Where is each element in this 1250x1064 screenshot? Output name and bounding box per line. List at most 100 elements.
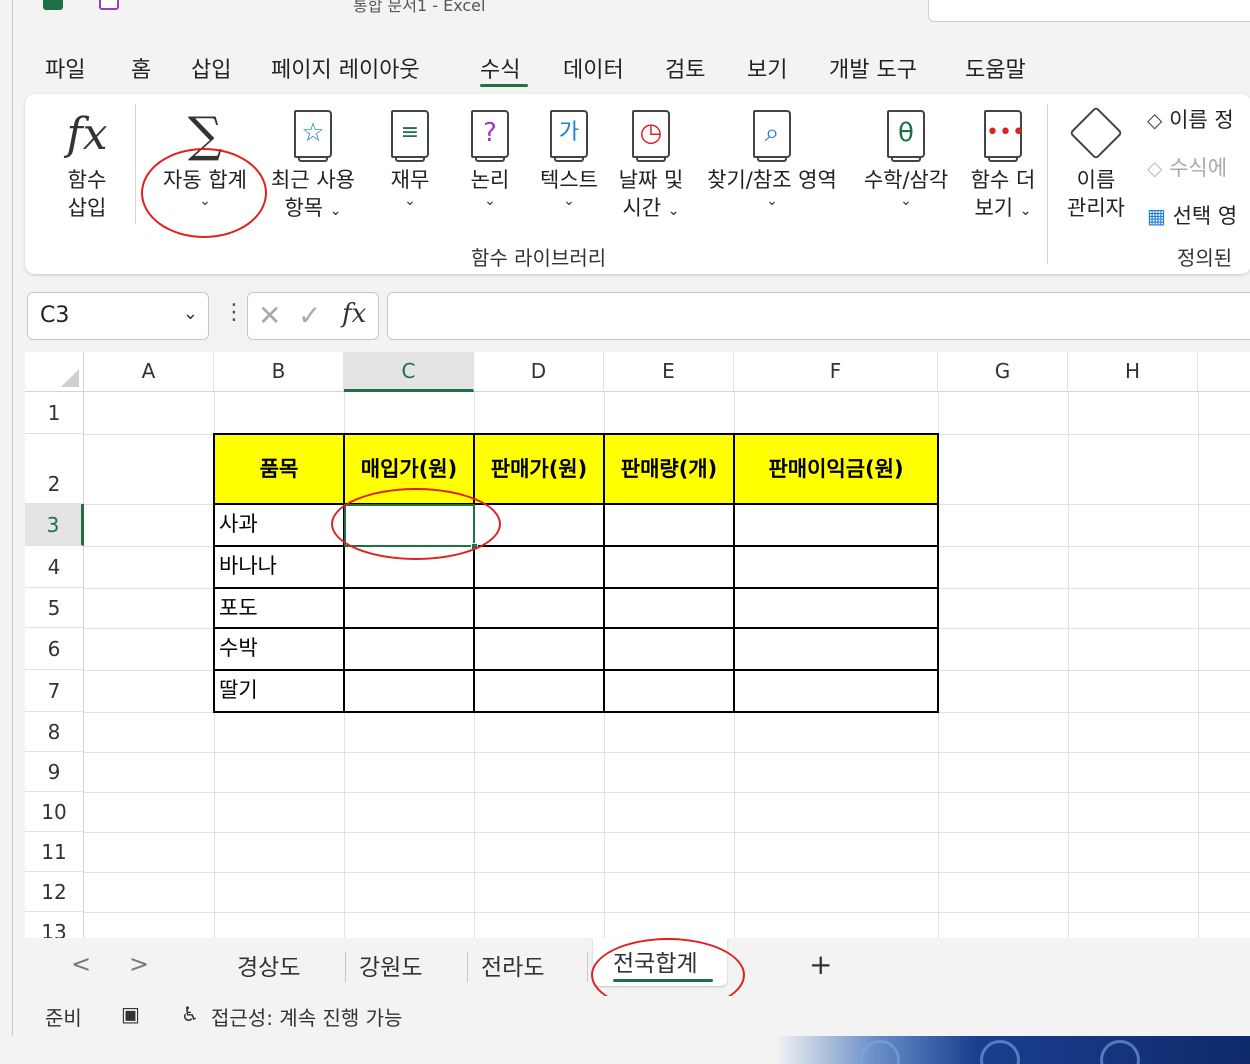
header-cell-purchase-price[interactable]: 매입가(원) <box>343 433 475 505</box>
more-functions-button[interactable]: ••• 함수 더 보기 ⌄ <box>961 104 1045 225</box>
worksheet-grid[interactable]: A B C D E F G H 1 2 3 4 5 6 7 8 9 10 11 … <box>25 352 1250 938</box>
column-header-g[interactable]: G <box>938 352 1068 392</box>
text-button[interactable]: 가 텍스트 ⌄ <box>527 104 611 208</box>
cancel-icon[interactable]: ✕ <box>258 299 281 332</box>
data-cell[interactable] <box>733 587 939 629</box>
data-cell[interactable] <box>603 627 735 671</box>
define-name-button[interactable]: ◇ 이름 정 <box>1147 106 1234 134</box>
prev-sheet-icon[interactable]: < <box>71 950 91 978</box>
item-cell[interactable]: 바나나 <box>213 545 345 589</box>
row-header-8[interactable]: 8 <box>25 712 84 752</box>
data-cell[interactable] <box>473 545 605 589</box>
row-header-10[interactable]: 10 <box>25 792 84 832</box>
next-sheet-icon[interactable]: > <box>129 950 149 978</box>
tab-developer[interactable]: 개발 도구 <box>829 52 917 84</box>
data-cell[interactable] <box>343 545 475 589</box>
recently-used-button[interactable]: ☆ 최근 사용 항목 ⌄ <box>261 104 365 225</box>
column-header-f[interactable]: F <box>734 352 938 392</box>
data-cell[interactable] <box>603 503 735 547</box>
formula-input[interactable] <box>387 292 1250 340</box>
data-cell[interactable] <box>603 587 735 629</box>
column-header-c[interactable]: C <box>344 352 474 392</box>
data-cell[interactable] <box>603 669 735 713</box>
save-icon[interactable] <box>99 0 119 10</box>
chevron-down-icon: ⌄ <box>484 193 496 209</box>
row-header-11[interactable]: 11 <box>25 832 84 872</box>
sheet-tab-gangwon[interactable]: 강원도 <box>359 948 422 982</box>
data-cell[interactable] <box>733 503 939 547</box>
data-cell[interactable] <box>473 669 605 713</box>
row-header-3[interactable]: 3 <box>25 504 84 546</box>
header-cell-profit[interactable]: 판매이익금(원) <box>733 433 939 505</box>
data-cell[interactable] <box>733 545 939 589</box>
search-box[interactable] <box>928 0 1250 22</box>
header-cell-sale-price[interactable]: 판매가(원) <box>473 433 605 505</box>
column-header-d[interactable]: D <box>474 352 604 392</box>
name-box[interactable]: C3 ⌄ <box>27 292 209 340</box>
enter-icon[interactable]: ✓ <box>298 299 321 332</box>
insert-function-icon[interactable]: fx <box>342 299 366 329</box>
row-header-5[interactable]: 5 <box>25 588 84 628</box>
macro-record-icon[interactable]: ▣ <box>121 1002 140 1026</box>
data-cell[interactable] <box>343 503 475 547</box>
tab-data[interactable]: 데이터 <box>563 52 624 84</box>
tab-review[interactable]: 검토 <box>665 52 705 84</box>
column-header-e[interactable]: E <box>604 352 734 392</box>
data-cell[interactable] <box>733 669 939 713</box>
fill-handle[interactable] <box>471 543 478 550</box>
tab-help[interactable]: 도움말 <box>965 52 1026 84</box>
tab-page-layout[interactable]: 페이지 레이아웃 <box>271 52 420 84</box>
lookup-reference-button[interactable]: ⌕ 찾기/참조 영역 ⌄ <box>697 104 847 208</box>
active-sheet-underline <box>613 979 713 982</box>
logical-button[interactable]: ? 논리 ⌄ <box>455 104 525 208</box>
column-header-a[interactable]: A <box>84 352 214 392</box>
chevron-down-icon[interactable]: ⌄ <box>183 303 198 324</box>
math-trig-button[interactable]: θ 수학/삼각 ⌄ <box>853 104 959 208</box>
row-header-2[interactable]: 2 <box>25 434 84 504</box>
row-header-13[interactable]: 13 <box>25 912 84 938</box>
tab-file[interactable]: 파일 <box>45 52 85 84</box>
row-header-1[interactable]: 1 <box>25 392 84 434</box>
data-cell[interactable] <box>473 627 605 671</box>
select-all-corner[interactable] <box>25 352 84 392</box>
accessibility-status[interactable]: 접근성: 계속 진행 가능 <box>211 1002 402 1031</box>
row-header-7[interactable]: 7 <box>25 670 84 712</box>
tab-separator <box>467 952 468 982</box>
sheet-tab-gyeongsang[interactable]: 경상도 <box>237 948 300 982</box>
tab-view[interactable]: 보기 <box>747 52 787 84</box>
tab-insert[interactable]: 삽입 <box>191 52 231 84</box>
item-cell[interactable]: 포도 <box>213 587 345 629</box>
column-header-b[interactable]: B <box>214 352 344 392</box>
tab-home[interactable]: 홈 <box>131 52 151 84</box>
column-header-h[interactable]: H <box>1068 352 1198 392</box>
item-cell[interactable]: 수박 <box>213 627 345 671</box>
data-cell[interactable] <box>343 669 475 713</box>
row-header-4[interactable]: 4 <box>25 546 84 588</box>
header-cell-item[interactable]: 품목 <box>213 433 345 505</box>
data-cell[interactable] <box>343 587 475 629</box>
row-header-12[interactable]: 12 <box>25 872 84 912</box>
magnifier-book-icon: ⌕ <box>753 110 791 162</box>
header-cell-quantity[interactable]: 판매량(개) <box>603 433 735 505</box>
sheet-tab-jeolla[interactable]: 전라도 <box>481 948 544 982</box>
data-cell[interactable] <box>343 627 475 671</box>
item-cell[interactable]: 사과 <box>213 503 345 547</box>
data-cell[interactable] <box>603 545 735 589</box>
tab-formulas[interactable]: 수식 <box>480 52 520 84</box>
name-manager-button[interactable]: 이름 관리자 <box>1055 104 1137 222</box>
column-header-i[interactable] <box>1198 352 1250 392</box>
row-header-9[interactable]: 9 <box>25 752 84 792</box>
item-cell[interactable]: 딸기 <box>213 669 345 713</box>
more-options-icon[interactable]: ⋮ <box>223 300 245 325</box>
financial-button[interactable]: ≡ 재무 ⌄ <box>375 104 445 208</box>
data-cell[interactable] <box>473 503 605 547</box>
date-time-button[interactable]: ◷ 날짜 및 시간 ⌄ <box>609 104 693 225</box>
data-cell[interactable] <box>733 627 939 671</box>
create-from-selection-button[interactable]: ▦ 선택 영 <box>1147 202 1237 230</box>
add-sheet-button[interactable]: + <box>809 948 832 981</box>
data-cell[interactable] <box>473 587 605 629</box>
accessibility-icon[interactable]: ♿︎ <box>181 1002 199 1026</box>
row-header-6[interactable]: 6 <box>25 628 84 670</box>
insert-function-button[interactable]: fx 함수 삽입 <box>57 104 117 222</box>
autosum-button[interactable]: ∑ 자동 합계 ⌄ <box>149 104 261 208</box>
